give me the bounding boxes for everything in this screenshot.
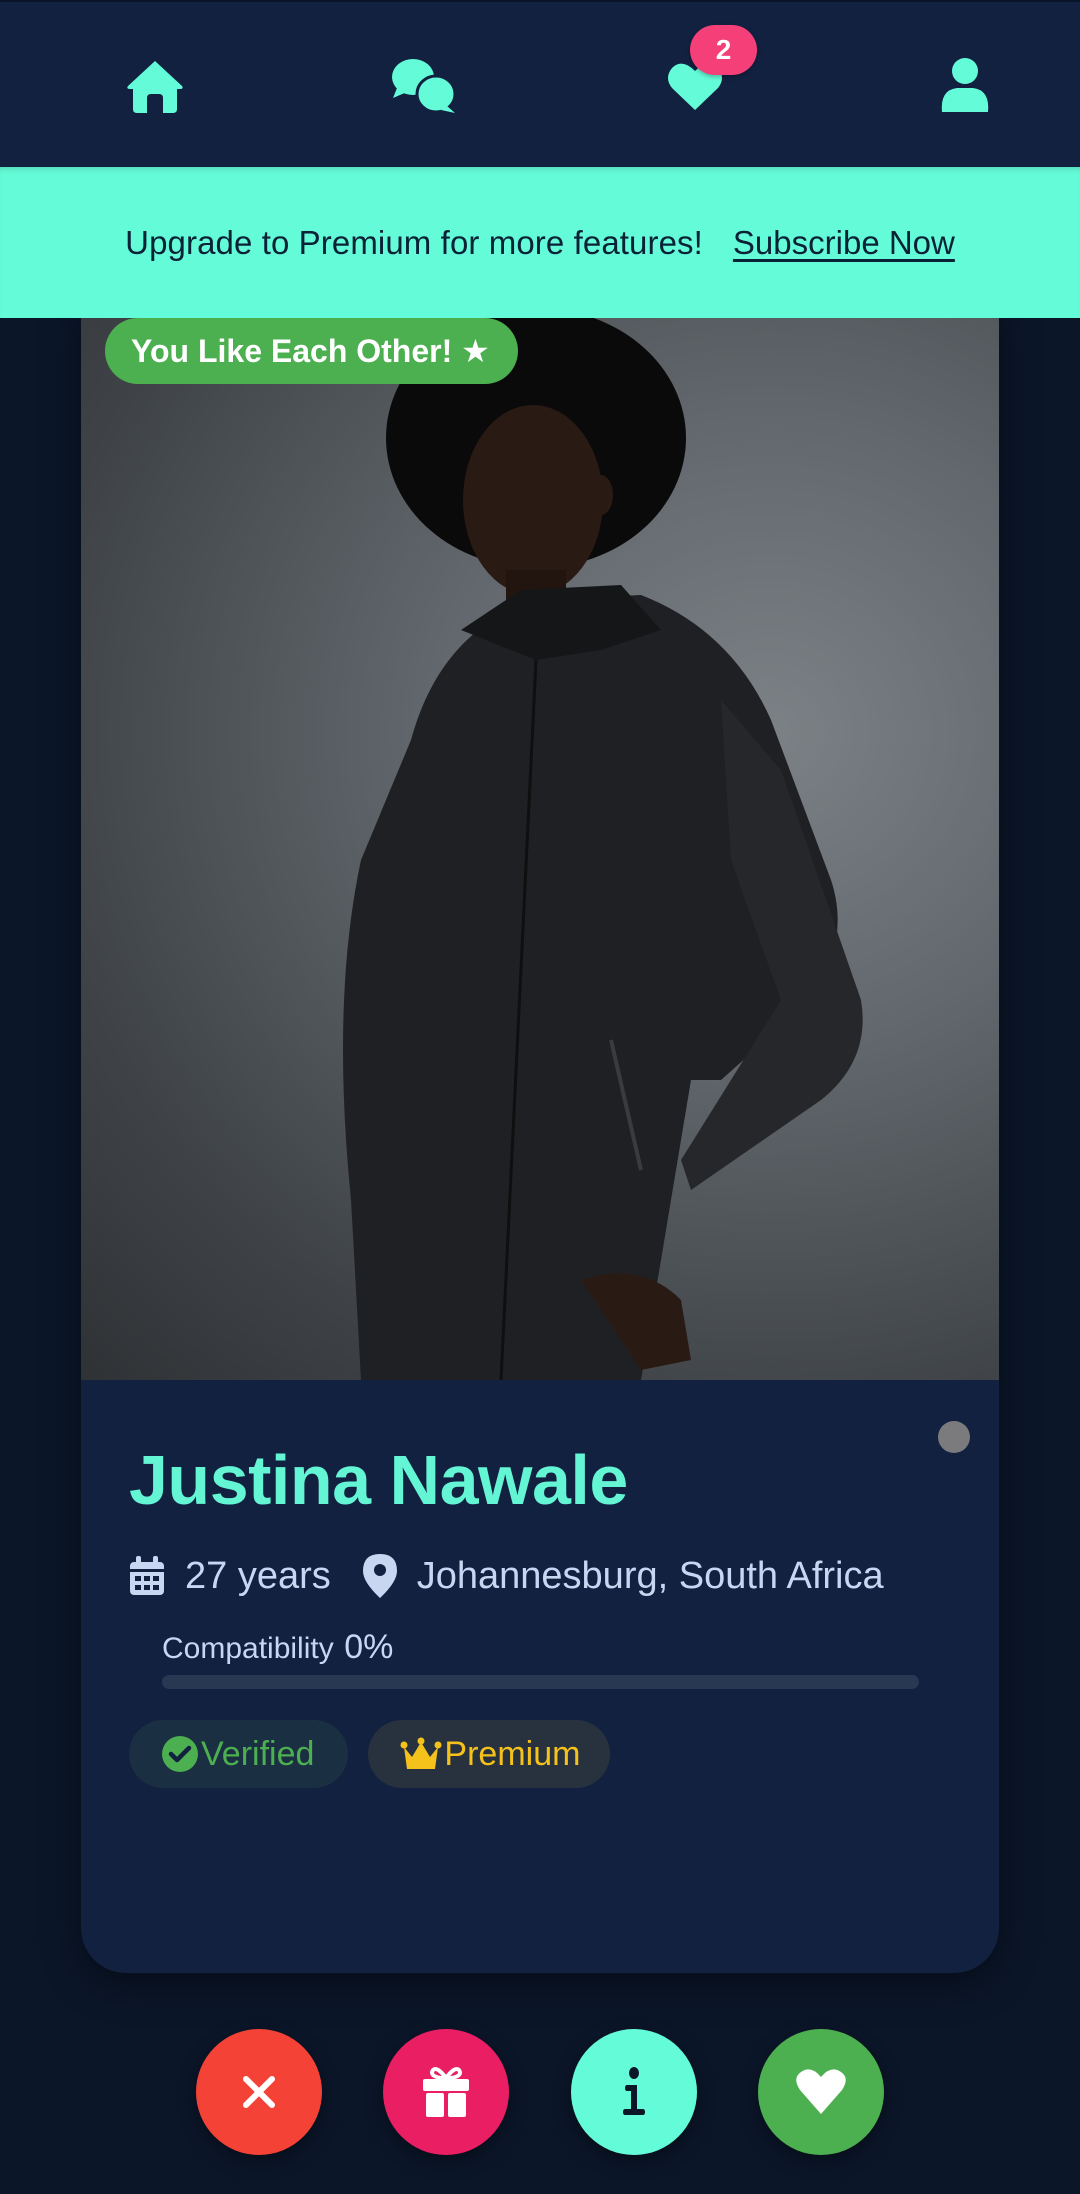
premium-banner-text: Upgrade to Premium for more features! (125, 223, 703, 261)
swipe-actions (0, 2029, 1080, 2155)
compatibility-progress-bar (162, 1675, 919, 1689)
check-circle-icon (162, 1736, 198, 1772)
nav-messages-button[interactable] (388, 54, 460, 118)
profile-photo-illustration (343, 308, 863, 1380)
pass-button[interactable] (196, 2029, 322, 2155)
info-icon (623, 2067, 645, 2115)
calendar-icon (129, 1556, 165, 1596)
verified-tag: Verified (129, 1720, 349, 1788)
compatibility-value: 0% (344, 1628, 394, 1666)
profile-age: 27 years (185, 1554, 331, 1597)
compatibility-label: Compatibility (162, 1632, 334, 1665)
crown-icon (400, 1737, 442, 1769)
user-icon (941, 58, 989, 112)
profile-name: Justina Nawale (129, 1441, 628, 1519)
profile-location: Johannesburg, South Africa (416, 1554, 884, 1597)
nav-home-button[interactable] (119, 54, 191, 118)
nav-profile-button[interactable] (929, 54, 1001, 118)
close-icon (243, 2076, 275, 2108)
likes-count-badge: 2 (690, 25, 757, 75)
profile-card[interactable]: You Like Each Other! ★ Justina Nawale 27… (81, 300, 999, 1973)
home-icon (127, 61, 183, 113)
send-gift-button[interactable] (383, 2029, 509, 2155)
premium-tag: Premium (368, 1720, 611, 1788)
profile-info-button[interactable] (571, 2029, 697, 2155)
profile-meta: 27 years Johannesburg, South Africa (129, 1554, 884, 1598)
premium-banner: Upgrade to Premium for more features! Su… (0, 167, 1080, 318)
online-status-indicator (938, 1421, 970, 1453)
top-navigation: 2 (0, 0, 1080, 167)
like-button[interactable] (758, 2029, 884, 2155)
gift-icon (423, 2067, 469, 2117)
compatibility-section: Compatibility 0% (162, 1628, 919, 1689)
profile-photo[interactable]: You Like Each Other! ★ (81, 300, 999, 1380)
subscribe-now-link[interactable]: Subscribe Now (733, 224, 955, 262)
premium-tag-label: Premium (444, 1734, 581, 1773)
profile-tags: Verified Premium (129, 1720, 611, 1788)
verified-tag-label: Verified (201, 1734, 315, 1773)
mutual-like-badge: You Like Each Other! ★ (105, 318, 518, 384)
heart-icon (796, 2069, 846, 2114)
location-pin-icon (362, 1554, 397, 1598)
chat-bubbles-icon (392, 59, 457, 114)
